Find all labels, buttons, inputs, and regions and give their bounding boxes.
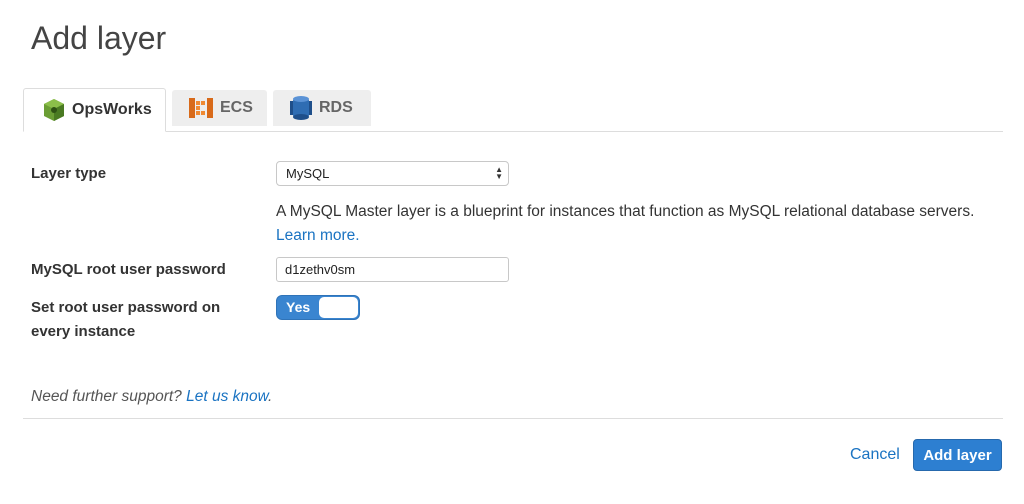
root-password-label: MySQL root user password xyxy=(31,261,226,278)
page-title: Add layer xyxy=(31,20,167,56)
add-layer-button[interactable]: Add layer xyxy=(913,439,1002,471)
support-text: Need further support? Let us know. xyxy=(31,388,272,406)
set-password-label: Set root user password on every instance xyxy=(31,296,220,344)
set-password-label-line1: Set root user password on xyxy=(31,299,221,316)
layer-type-select[interactable]: MySQL ▲ ▼ xyxy=(276,161,509,186)
set-password-label-line2: every instance xyxy=(31,323,136,340)
ecs-icon xyxy=(188,96,214,120)
select-arrows-icon: ▲ ▼ xyxy=(495,165,503,181)
let-us-know-link[interactable]: Let us know xyxy=(186,388,268,405)
learn-more-link[interactable]: Learn more. xyxy=(276,227,360,244)
tab-rds[interactable]: RDS xyxy=(273,90,371,126)
layer-type-selected-value: MySQL xyxy=(286,166,330,181)
layer-source-tabs: OpsWorks ECS RDS xyxy=(23,88,1003,132)
opsworks-icon xyxy=(42,98,66,122)
toggle-on-label: Yes xyxy=(286,299,311,315)
tab-opsworks-label: OpsWorks xyxy=(72,101,152,118)
root-password-input[interactable] xyxy=(276,257,509,282)
layer-type-description: A MySQL Master layer is a blueprint for … xyxy=(276,200,1006,248)
set-password-toggle[interactable]: Yes xyxy=(276,295,360,320)
tab-ecs[interactable]: ECS xyxy=(172,90,267,126)
tab-opsworks[interactable]: OpsWorks xyxy=(23,88,166,132)
layer-type-description-text: A MySQL Master layer is a blueprint for … xyxy=(276,203,975,220)
toggle-knob xyxy=(319,297,358,318)
tab-ecs-label: ECS xyxy=(220,99,253,116)
footer-divider xyxy=(23,418,1003,419)
layer-type-label: Layer type xyxy=(31,165,107,182)
support-suffix: . xyxy=(267,388,273,405)
support-prefix: Need further support? xyxy=(31,388,187,405)
tab-rds-label: RDS xyxy=(319,99,353,116)
cancel-link[interactable]: Cancel xyxy=(850,446,900,464)
rds-icon xyxy=(289,95,313,121)
